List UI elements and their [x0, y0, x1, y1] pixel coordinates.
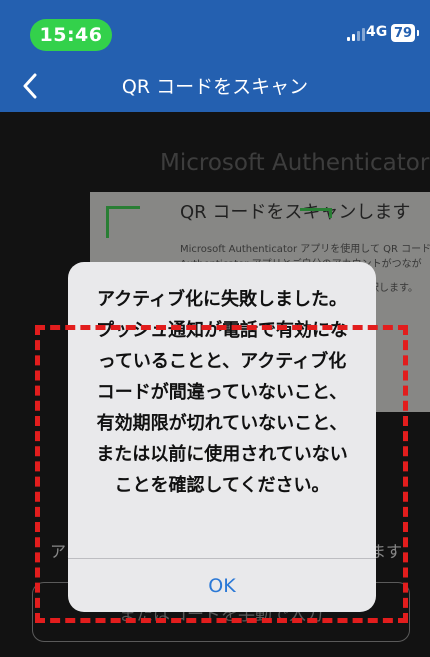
battery-icon: 79: [391, 24, 416, 42]
annotation-highlight-box: [35, 325, 408, 623]
page-title: QR コードをスキャン: [121, 76, 309, 98]
network-type: 4G: [366, 24, 388, 40]
alert-message-line: アクティブ化に失敗しました。: [96, 289, 348, 310]
status-time: 15:46: [30, 19, 112, 51]
status-bar: 15:46 4G 79: [0, 0, 430, 58]
signal-icon: [347, 27, 365, 41]
battery-tip: [417, 30, 419, 36]
nav-bar: QR コードをスキャン: [0, 58, 430, 112]
